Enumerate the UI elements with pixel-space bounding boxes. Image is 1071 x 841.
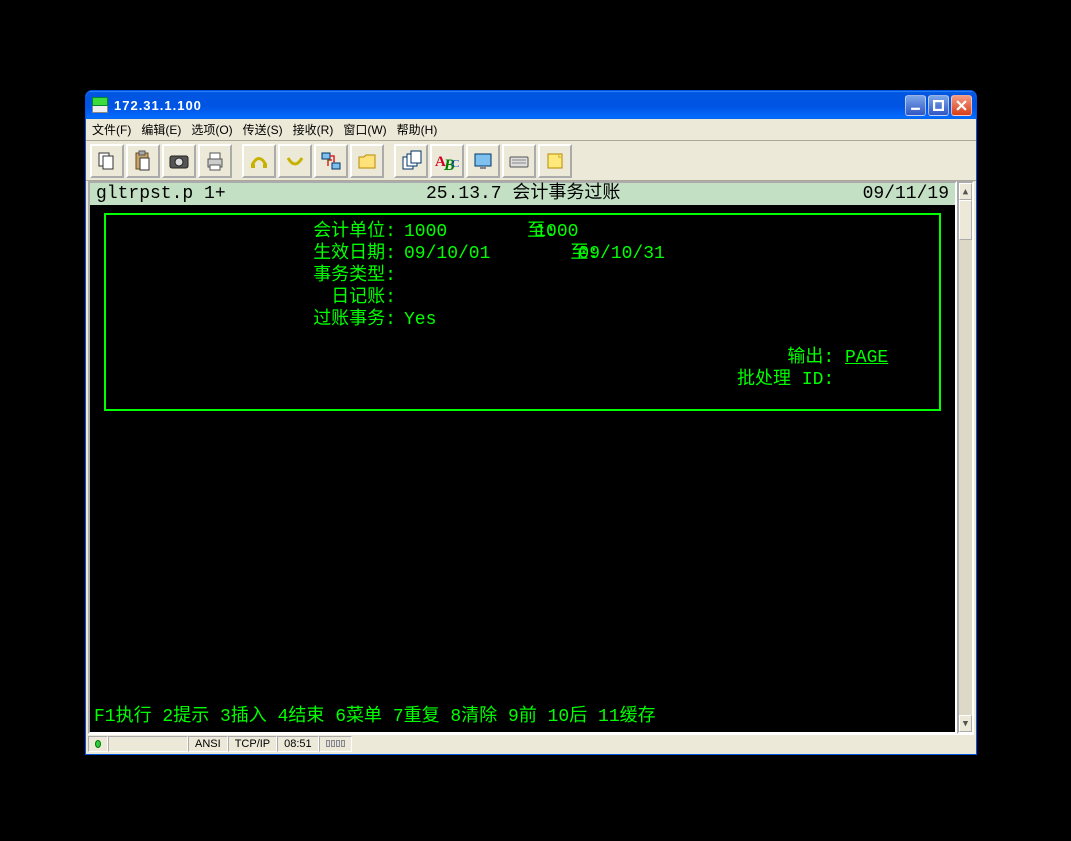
status-led (88, 736, 108, 752)
status-leds (319, 736, 352, 752)
effdate-label: 生效日期: (116, 243, 396, 265)
screen-date: 09/11/19 (829, 183, 949, 205)
form-box: 会计单位: 1000 至: 1000 生效日期: 09/10/01 至: 09/… (104, 213, 941, 411)
app-window: 172.31.1.100 文件(F) 编辑(E) 选项(O) 传送(S) 接收(… (85, 90, 977, 755)
effdate-to[interactable]: 09/10/31 (570, 243, 664, 265)
status-blank (108, 736, 188, 752)
copy-icon[interactable] (90, 144, 124, 178)
font-icon[interactable]: ABC (430, 144, 464, 178)
cards-icon[interactable] (394, 144, 428, 178)
window-title: 172.31.1.100 (114, 98, 905, 113)
batch-label: 批处理 ID: (737, 369, 834, 391)
hangup-icon[interactable] (278, 144, 312, 178)
print-icon[interactable] (198, 144, 232, 178)
transfer-icon[interactable] (314, 144, 348, 178)
note-icon[interactable] (538, 144, 572, 178)
monitor-icon[interactable] (466, 144, 500, 178)
batch-value[interactable] (845, 369, 925, 391)
svg-text:C: C (452, 158, 459, 170)
entity-label: 会计单位: (116, 221, 396, 243)
menu-receive[interactable]: 接收(R) (293, 121, 334, 138)
effdate-from[interactable]: 09/10/01 (396, 243, 490, 265)
toolbar: ABC (86, 141, 976, 181)
journal-label: 日记账: (116, 287, 396, 309)
maximize-button[interactable] (928, 95, 949, 116)
dial-icon[interactable] (242, 144, 276, 178)
menu-help[interactable]: 帮助(H) (397, 121, 438, 138)
program-name: gltrpst.p 1+ (96, 183, 376, 205)
menu-file[interactable]: 文件(F) (92, 121, 131, 138)
menu-options[interactable]: 选项(O) (191, 121, 232, 138)
vertical-scrollbar[interactable]: ▲ ▼ (957, 181, 974, 734)
app-icon (92, 97, 108, 113)
menu-transfer[interactable]: 传送(S) (243, 121, 283, 138)
status-encoding: ANSI (188, 736, 228, 752)
scroll-thumb[interactable] (959, 200, 972, 240)
paste-icon[interactable] (126, 144, 160, 178)
effdate-to-label: 至: (490, 243, 570, 265)
terminal-container: gltrpst.p 1+ 25.13.7 会计事务过账 09/11/19 会计单… (88, 181, 974, 734)
post-value[interactable]: Yes (396, 309, 436, 331)
terminal[interactable]: gltrpst.p 1+ 25.13.7 会计事务过账 09/11/19 会计单… (88, 181, 957, 734)
status-time: 08:51 (277, 736, 319, 752)
titlebar[interactable]: 172.31.1.100 (86, 91, 976, 119)
minimize-button[interactable] (905, 95, 926, 116)
entity-to-label: 至: (447, 221, 527, 243)
folder-icon[interactable] (350, 144, 384, 178)
entity-to[interactable]: 1000 (527, 221, 578, 243)
function-keys: F1执行 2提示 3插入 4结束 6菜单 7重复 8清除 9前 10后 11缓存 (94, 706, 656, 728)
txtype-label: 事务类型: (116, 265, 396, 287)
post-label: 过账事务: (116, 309, 396, 331)
close-button[interactable] (951, 95, 972, 116)
output-value[interactable]: PAGE (845, 347, 925, 369)
scroll-up-icon[interactable]: ▲ (959, 183, 972, 200)
menubar: 文件(F) 编辑(E) 选项(O) 传送(S) 接收(R) 窗口(W) 帮助(H… (86, 119, 976, 141)
journal-value[interactable] (396, 287, 404, 309)
menu-window[interactable]: 窗口(W) (343, 121, 386, 138)
terminal-header: gltrpst.p 1+ 25.13.7 会计事务过账 09/11/19 (90, 183, 955, 205)
entity-from[interactable]: 1000 (396, 221, 447, 243)
scroll-down-icon[interactable]: ▼ (959, 715, 972, 732)
statusbar: ANSI TCP/IP 08:51 (88, 734, 974, 752)
status-protocol: TCP/IP (228, 736, 277, 752)
screen-title: 25.13.7 会计事务过账 (376, 183, 829, 205)
txtype-value[interactable] (396, 265, 404, 287)
output-label: 输出: (787, 347, 834, 369)
menu-edit[interactable]: 编辑(E) (141, 121, 181, 138)
screenshot-icon[interactable] (162, 144, 196, 178)
keyboard-icon[interactable] (502, 144, 536, 178)
